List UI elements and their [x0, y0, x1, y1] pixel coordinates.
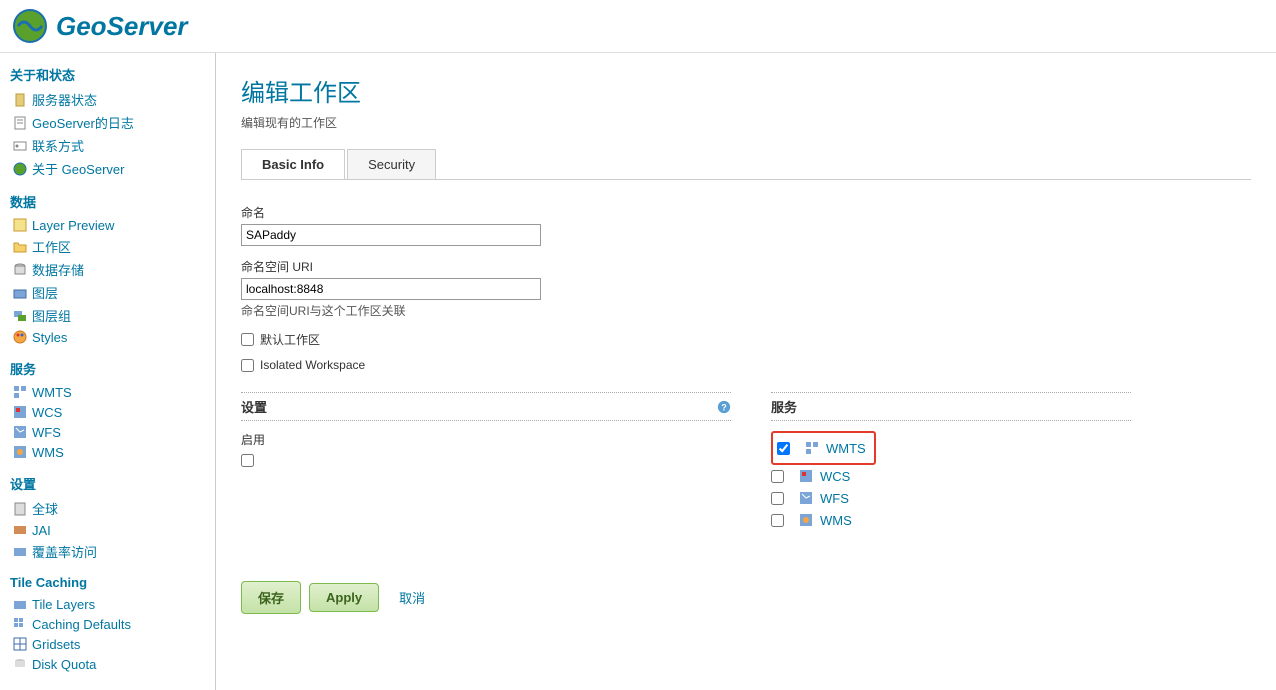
about-icon	[12, 161, 28, 177]
nav-disk-quota[interactable]: Disk Quota	[0, 654, 215, 674]
nav-layer-groups[interactable]: 图层组	[0, 304, 215, 327]
coverage-icon	[12, 544, 28, 560]
uri-input[interactable]	[241, 278, 541, 300]
nav-group-about: 关于和状态	[0, 61, 215, 88]
global-icon	[12, 501, 28, 517]
store-icon	[12, 262, 28, 278]
wcs-icon	[798, 468, 814, 484]
service-row-wms: WMS	[771, 509, 1131, 531]
service-wmts-link[interactable]: WMTS	[826, 441, 866, 456]
save-button[interactable]: 保存	[241, 581, 301, 614]
nav-jai[interactable]: JAI	[0, 520, 215, 540]
sidebar: 关于和状态 服务器状态 GeoServer的日志 联系方式 关于 GeoServ…	[0, 53, 215, 690]
contact-icon	[12, 138, 28, 154]
nav-server-status[interactable]: 服务器状态	[0, 88, 215, 111]
geoserver-logo-icon	[12, 8, 48, 44]
nav-wmts[interactable]: WMTS	[0, 382, 215, 402]
nav-wfs[interactable]: WFS	[0, 422, 215, 442]
uri-label: 命名空间 URI	[241, 258, 1251, 275]
service-wcs-checkbox[interactable]	[771, 470, 784, 483]
folder-icon	[12, 239, 28, 255]
header: GeoServer	[0, 0, 1276, 53]
service-row-wcs: WCS	[771, 465, 1131, 487]
wcs-icon	[12, 404, 28, 420]
nav-layer-preview[interactable]: Layer Preview	[0, 215, 215, 235]
brand-text: GeoServer	[56, 11, 188, 42]
main-content: 编辑工作区 编辑现有的工作区 Basic Info Security 命名 命名…	[215, 53, 1276, 690]
services-section-title: 服务	[771, 392, 1131, 421]
style-icon	[12, 329, 28, 345]
group-icon	[12, 308, 28, 324]
service-wmts-checkbox[interactable]	[777, 442, 790, 455]
apply-button[interactable]: Apply	[309, 583, 379, 612]
nav-wms[interactable]: WMS	[0, 442, 215, 462]
service-wcs-link[interactable]: WCS	[820, 469, 850, 484]
svg-text:?: ?	[721, 402, 726, 412]
cancel-link[interactable]: 取消	[399, 588, 425, 607]
default-ws-label: 默认工作区	[260, 331, 320, 348]
nav-global[interactable]: 全球	[0, 497, 215, 520]
settings-section-title: 设置 ?	[241, 392, 731, 421]
jai-icon	[12, 522, 28, 538]
tilelayer-icon	[12, 596, 28, 612]
highlighted-service: WMTS	[771, 431, 876, 465]
nav-about[interactable]: 关于 GeoServer	[0, 157, 215, 180]
nav-stores[interactable]: 数据存储	[0, 258, 215, 281]
disk-icon	[12, 656, 28, 672]
nav-group-settings: 设置	[0, 470, 215, 497]
nav-gridsets[interactable]: Gridsets	[0, 634, 215, 654]
enable-label: 启用	[241, 431, 731, 448]
service-wms-link[interactable]: WMS	[820, 513, 852, 528]
name-input[interactable]	[241, 224, 541, 246]
wms-icon	[798, 512, 814, 528]
preview-icon	[12, 217, 28, 233]
nav-caching-defaults[interactable]: Caching Defaults	[0, 614, 215, 634]
tabs: Basic Info Security	[241, 149, 1251, 180]
service-wfs-checkbox[interactable]	[771, 492, 784, 505]
tab-basic-info[interactable]: Basic Info	[241, 149, 345, 179]
nav-layers[interactable]: 图层	[0, 281, 215, 304]
wms-icon	[12, 444, 28, 460]
nav-wcs[interactable]: WCS	[0, 402, 215, 422]
wfs-icon	[12, 424, 28, 440]
log-icon	[12, 115, 28, 131]
cachedef-icon	[12, 616, 28, 632]
tab-security[interactable]: Security	[347, 149, 436, 179]
gridset-icon	[12, 636, 28, 652]
name-label: 命名	[241, 204, 1251, 221]
nav-styles[interactable]: Styles	[0, 327, 215, 347]
wmts-icon	[12, 384, 28, 400]
isolated-checkbox[interactable]	[241, 359, 254, 372]
wfs-icon	[798, 490, 814, 506]
nav-group-tilecaching: Tile Caching	[0, 571, 215, 594]
nav-tile-layers[interactable]: Tile Layers	[0, 594, 215, 614]
uri-hint: 命名空间URI与这个工作区关联	[241, 302, 1251, 319]
service-wms-checkbox[interactable]	[771, 514, 784, 527]
page-title: 编辑工作区	[241, 73, 1251, 108]
layer-icon	[12, 285, 28, 301]
nav-workspaces[interactable]: 工作区	[0, 235, 215, 258]
nav-group-data: 数据	[0, 188, 215, 215]
page-subtitle: 编辑现有的工作区	[241, 114, 1251, 131]
default-ws-checkbox[interactable]	[241, 333, 254, 346]
nav-contact[interactable]: 联系方式	[0, 134, 215, 157]
help-icon[interactable]: ?	[717, 400, 731, 414]
service-row-wfs: WFS	[771, 487, 1131, 509]
nav-coverage[interactable]: 覆盖率访问	[0, 540, 215, 563]
status-icon	[12, 92, 28, 108]
service-row-wmts: WMTS	[777, 437, 866, 459]
nav-logs[interactable]: GeoServer的日志	[0, 111, 215, 134]
isolated-label: Isolated Workspace	[260, 358, 365, 372]
service-wfs-link[interactable]: WFS	[820, 491, 849, 506]
wmts-icon	[804, 440, 820, 456]
enable-checkbox[interactable]	[241, 454, 254, 467]
nav-group-services: 服务	[0, 355, 215, 382]
